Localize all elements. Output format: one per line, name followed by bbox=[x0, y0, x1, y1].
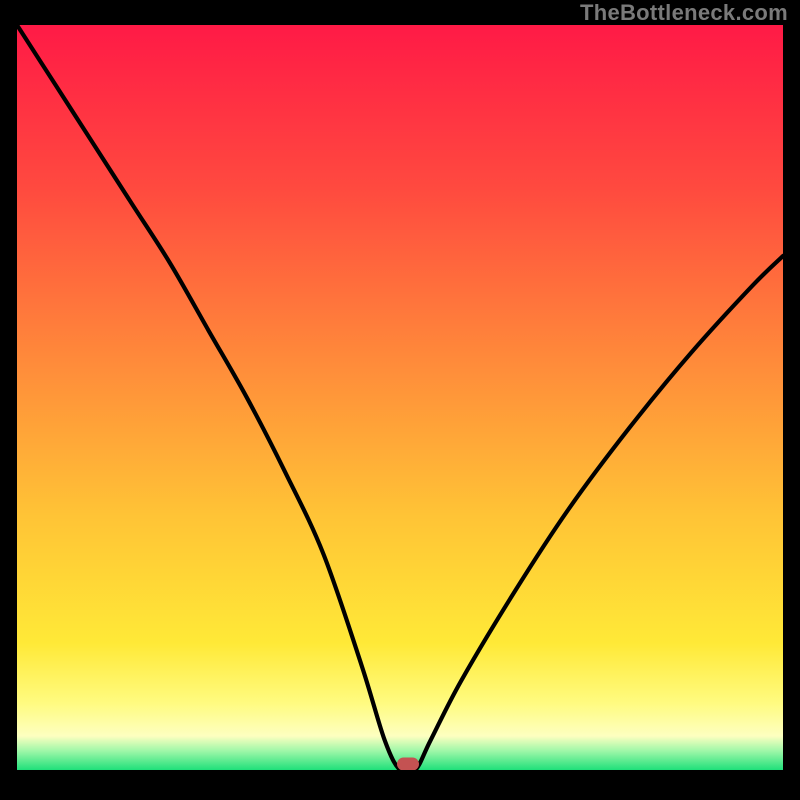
watermark-text: TheBottleneck.com bbox=[580, 0, 788, 26]
bottleneck-curve bbox=[17, 25, 783, 770]
plot-area bbox=[17, 25, 783, 770]
bottleneck-marker bbox=[397, 758, 419, 770]
curve-svg bbox=[17, 25, 783, 770]
chart-frame: TheBottleneck.com bbox=[0, 0, 800, 800]
